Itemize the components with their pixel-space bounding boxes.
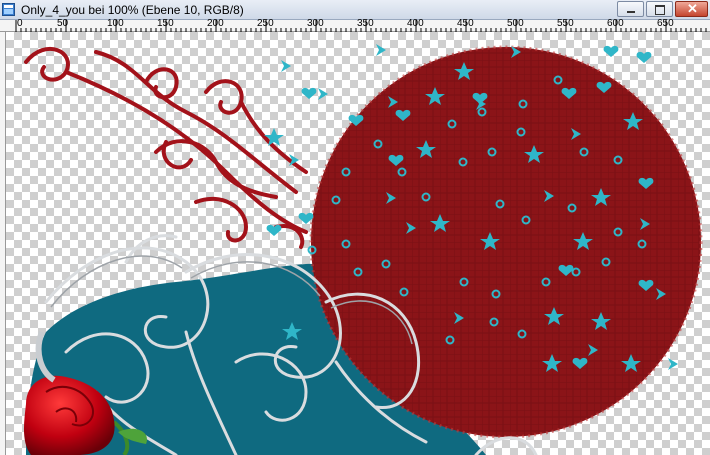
ruler-label: 300 [307,18,324,29]
ruler-label: 400 [407,18,424,29]
ruler-label: 650 [657,18,674,29]
ruler-label: 50 [57,18,69,29]
ruler-label: 0 [17,18,23,29]
close-button[interactable]: ✕ [675,1,708,17]
artwork [23,44,703,455]
ruler-label: 100 [107,18,124,29]
ruler-label: 250 [257,18,274,29]
ruler-label: 500 [507,18,524,29]
title-bar[interactable]: Only_4_you bei 100% (Ebene 10, RGB/8) ✕ [0,0,710,20]
ruler-label: 550 [557,18,574,29]
minimize-icon [627,11,635,13]
horizontal-ruler: 0 50 100 150 200 250 300 350 400 450 500… [0,18,710,32]
ruler-label: 350 [357,18,374,29]
red-circle [309,45,703,439]
ruler-label: 450 [457,18,474,29]
image-canvas[interactable] [6,32,710,455]
red-swirls [24,46,308,249]
window-title: Only_4_you bei 100% (Ebene 10, RGB/8) [21,3,244,17]
ruler-label: 150 [157,18,174,29]
maximize-button[interactable] [646,1,673,17]
minimize-button[interactable] [617,1,644,17]
document-icon [2,3,15,16]
ruler-label: 200 [207,18,224,29]
close-icon: ✕ [687,1,698,16]
maximize-icon [655,5,665,15]
ruler-label: 600 [607,18,624,29]
